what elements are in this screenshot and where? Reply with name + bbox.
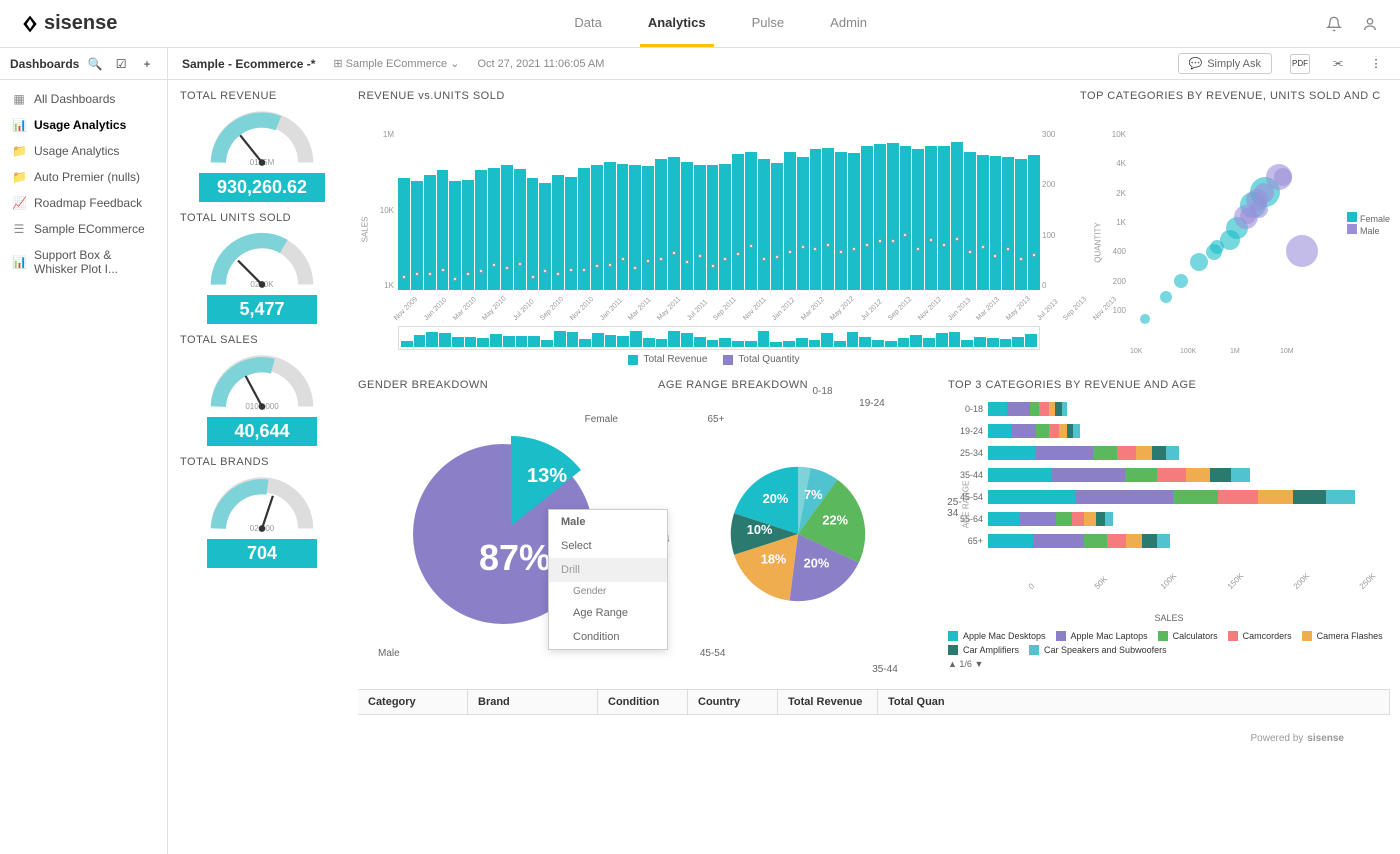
dashboard-name: Sample - Ecommerce -*	[182, 57, 315, 71]
chart-top3-categories[interactable]: TOP 3 CATEGORIES BY REVENUE AND AGE AGE …	[948, 379, 1390, 669]
kpi-total-units: TOTAL UNITS SOLD 0250K 5,477	[180, 212, 344, 324]
sidebar: Dashboards 🔍 ☑ + ▦All Dashboards 📊Usage …	[0, 48, 168, 854]
kpi-total-revenue: TOTAL REVENUE 0125M 930,260.62	[180, 90, 344, 202]
nav-pulse[interactable]: Pulse	[744, 1, 793, 47]
sidebar-item-sample-ecommerce[interactable]: ☰Sample ECommerce	[0, 216, 167, 242]
svg-text:87%: 87%	[479, 537, 551, 578]
svg-text:13%: 13%	[527, 465, 567, 487]
svg-text:22%: 22%	[822, 512, 848, 527]
cm-select[interactable]: Select	[549, 534, 667, 558]
kpi-total-sales: TOTAL SALES 0100,000 40,644	[180, 334, 344, 446]
logo: sisense	[20, 12, 117, 35]
cm-age-range[interactable]: Age Range	[549, 601, 667, 625]
box-icon: 📊	[12, 255, 26, 269]
data-table[interactable]: Category Brand Condition Country Total R…	[358, 689, 1390, 715]
datasource-selector[interactable]: ⊞ Sample ECommerce ⌄	[333, 57, 459, 70]
folder-icon: 📁	[12, 170, 26, 184]
chart-gender-breakdown[interactable]: GENDER BREAKDOWN 87% 13% Female Male	[358, 379, 648, 669]
grid-icon: ▦	[12, 92, 26, 106]
simply-ask-button[interactable]: 💬 Simply Ask	[1178, 53, 1273, 74]
cm-drill[interactable]: Drill	[549, 558, 667, 582]
pager[interactable]: ▲ 1/6 ▼	[948, 659, 1390, 669]
nav-admin[interactable]: Admin	[822, 1, 875, 47]
powered-by: Powered by sisense	[1250, 733, 1344, 744]
topnav: Data Analytics Pulse Admin	[117, 1, 1324, 47]
nav-analytics[interactable]: Analytics	[640, 1, 714, 47]
chart-age-breakdown[interactable]: AGE RANGE BREAKDOWN 7%22%20%18%10%20% 0-…	[658, 379, 938, 669]
folder-icon: 📁	[12, 144, 26, 158]
sidebar-item-usage-analytics-2[interactable]: 📁Usage Analytics	[0, 138, 167, 164]
kpi-total-brands: TOTAL BRANDS 02,500 704	[180, 456, 344, 568]
bell-icon[interactable]	[1324, 14, 1344, 34]
search-icon[interactable]: 🔍	[85, 54, 105, 74]
more-icon[interactable]: ⋮	[1366, 54, 1386, 74]
sidebar-item-support-box[interactable]: 📊Support Box & Whisker Plot I...	[0, 242, 167, 282]
kpi-column: TOTAL REVENUE 0125M 930,260.62 TOTAL UNI…	[168, 80, 348, 854]
timestamp: Oct 27, 2021 11:06:05 AM	[477, 58, 604, 70]
bars-icon: 📊	[12, 118, 26, 132]
svg-text:18%: 18%	[761, 552, 787, 567]
kpi-value: 930,260.62	[199, 173, 325, 202]
svg-text:20%: 20%	[763, 491, 789, 506]
list-icon: ☰	[12, 222, 26, 236]
sidebar-item-all-dashboards[interactable]: ▦All Dashboards	[0, 86, 167, 112]
pdf-button[interactable]: PDF	[1290, 54, 1310, 74]
chart-top-categories[interactable]: TOP CATEGORIES BY REVENUE, UNITS SOLD AN…	[1080, 90, 1390, 365]
share-icon[interactable]: ⫘	[1328, 54, 1348, 74]
topbar: sisense Data Analytics Pulse Admin	[0, 0, 1400, 48]
chart-icon: 📈	[12, 196, 26, 210]
sidebar-item-usage-analytics[interactable]: 📊Usage Analytics	[0, 112, 167, 138]
content-header: Sample - Ecommerce -* ⊞ Sample ECommerce…	[168, 48, 1400, 80]
add-icon[interactable]: +	[137, 54, 157, 74]
sidebar-item-roadmap[interactable]: 📈Roadmap Feedback	[0, 190, 167, 216]
context-menu: Male Select Drill Gender Age Range Condi…	[548, 509, 668, 650]
nav-data[interactable]: Data	[566, 1, 609, 47]
sidebar-title: Dashboards	[10, 57, 79, 71]
check-icon[interactable]: ☑	[111, 54, 131, 74]
user-icon[interactable]	[1360, 14, 1380, 34]
svg-text:7%: 7%	[804, 487, 823, 502]
svg-text:20%: 20%	[804, 556, 830, 571]
cm-condition[interactable]: Condition	[549, 625, 667, 649]
chart-revenue-vs-units[interactable]: REVENUE vs.UNITS SOLD SALES 1M10K1K 3002…	[358, 90, 1070, 365]
sidebar-item-auto-premier[interactable]: 📁Auto Premier (nulls)	[0, 164, 167, 190]
